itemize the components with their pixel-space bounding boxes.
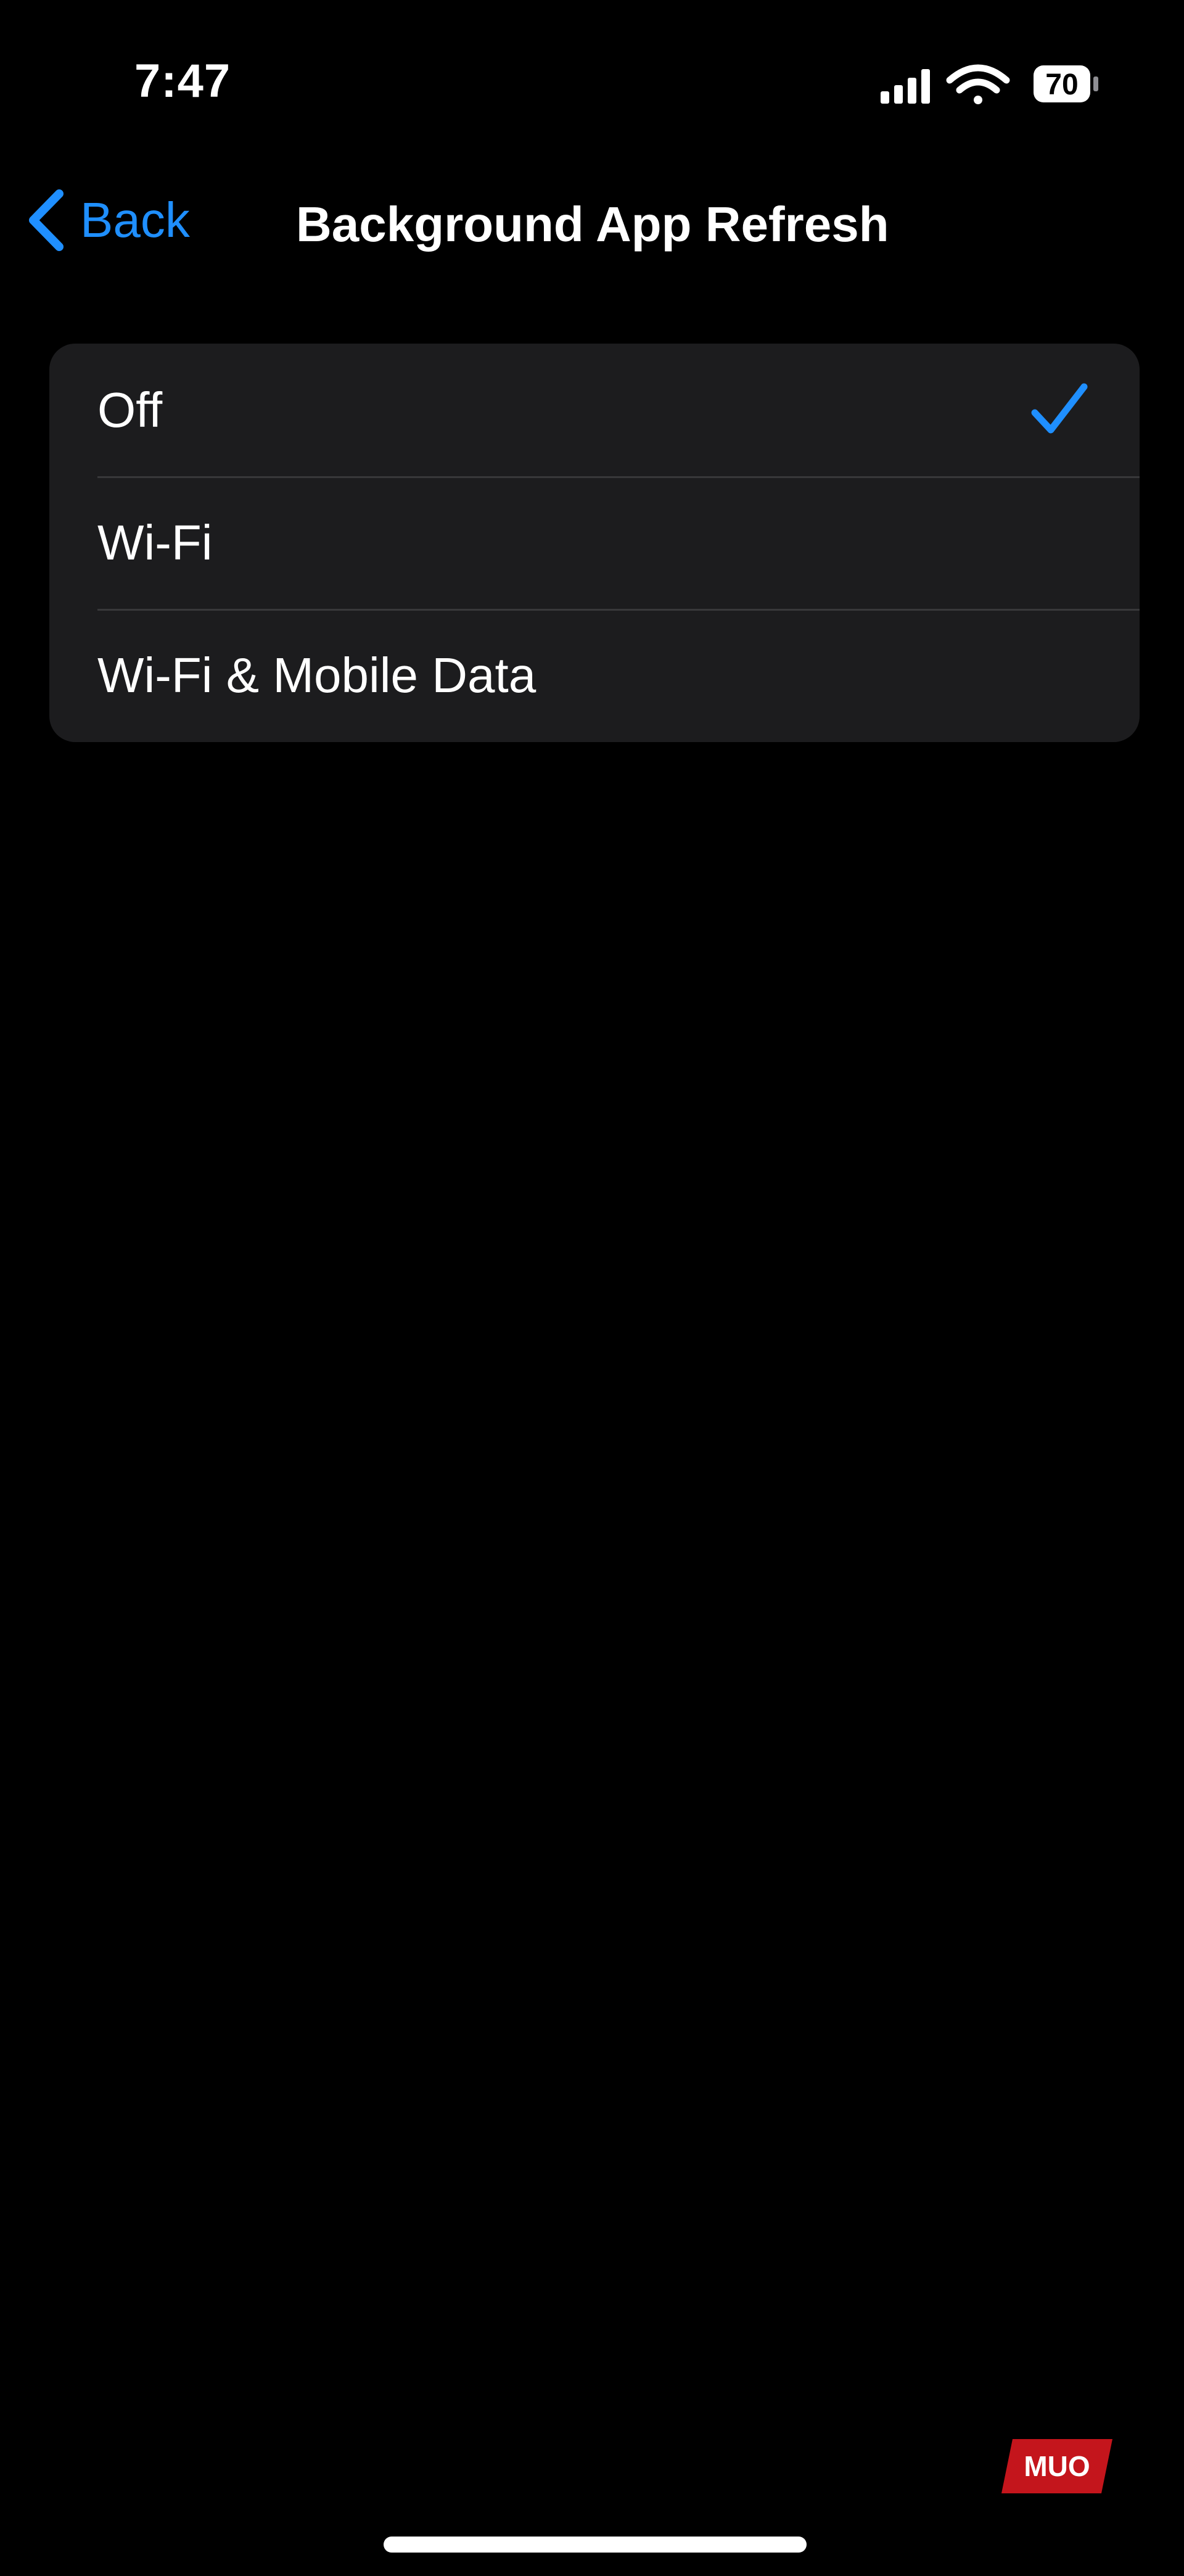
battery-level: 70 xyxy=(1045,68,1079,101)
home-indicator[interactable] xyxy=(384,2537,807,2553)
chevron-left-icon xyxy=(29,189,64,251)
svg-text:MUO: MUO xyxy=(1024,2450,1090,2482)
back-button[interactable]: Back xyxy=(23,186,190,254)
option-off[interactable]: Off xyxy=(49,344,1140,476)
status-bar: 7:47 70 xyxy=(0,0,1184,142)
option-label: Wi-Fi & Mobile Data xyxy=(97,647,536,703)
option-label: Wi-Fi xyxy=(97,514,213,570)
page-title: Background App Refresh xyxy=(296,197,889,252)
cellular-signal-icon xyxy=(881,69,930,104)
navigation-bar: Back Background App Refresh xyxy=(0,179,1184,271)
wifi-icon xyxy=(946,64,1010,104)
back-label: Back xyxy=(80,192,190,247)
refresh-options-list: Off Wi-Fi Wi-Fi & Mobile Data xyxy=(49,344,1140,742)
option-wifi-mobile-data[interactable]: Wi-Fi & Mobile Data xyxy=(49,609,1140,741)
status-icons: 70 xyxy=(881,59,1103,109)
checkmark-icon xyxy=(1031,383,1088,433)
muo-watermark-logo: MUO xyxy=(1001,2439,1112,2493)
status-time: 7:47 xyxy=(134,55,231,107)
option-wifi[interactable]: Wi-Fi xyxy=(49,476,1140,609)
option-label: Off xyxy=(97,382,163,437)
